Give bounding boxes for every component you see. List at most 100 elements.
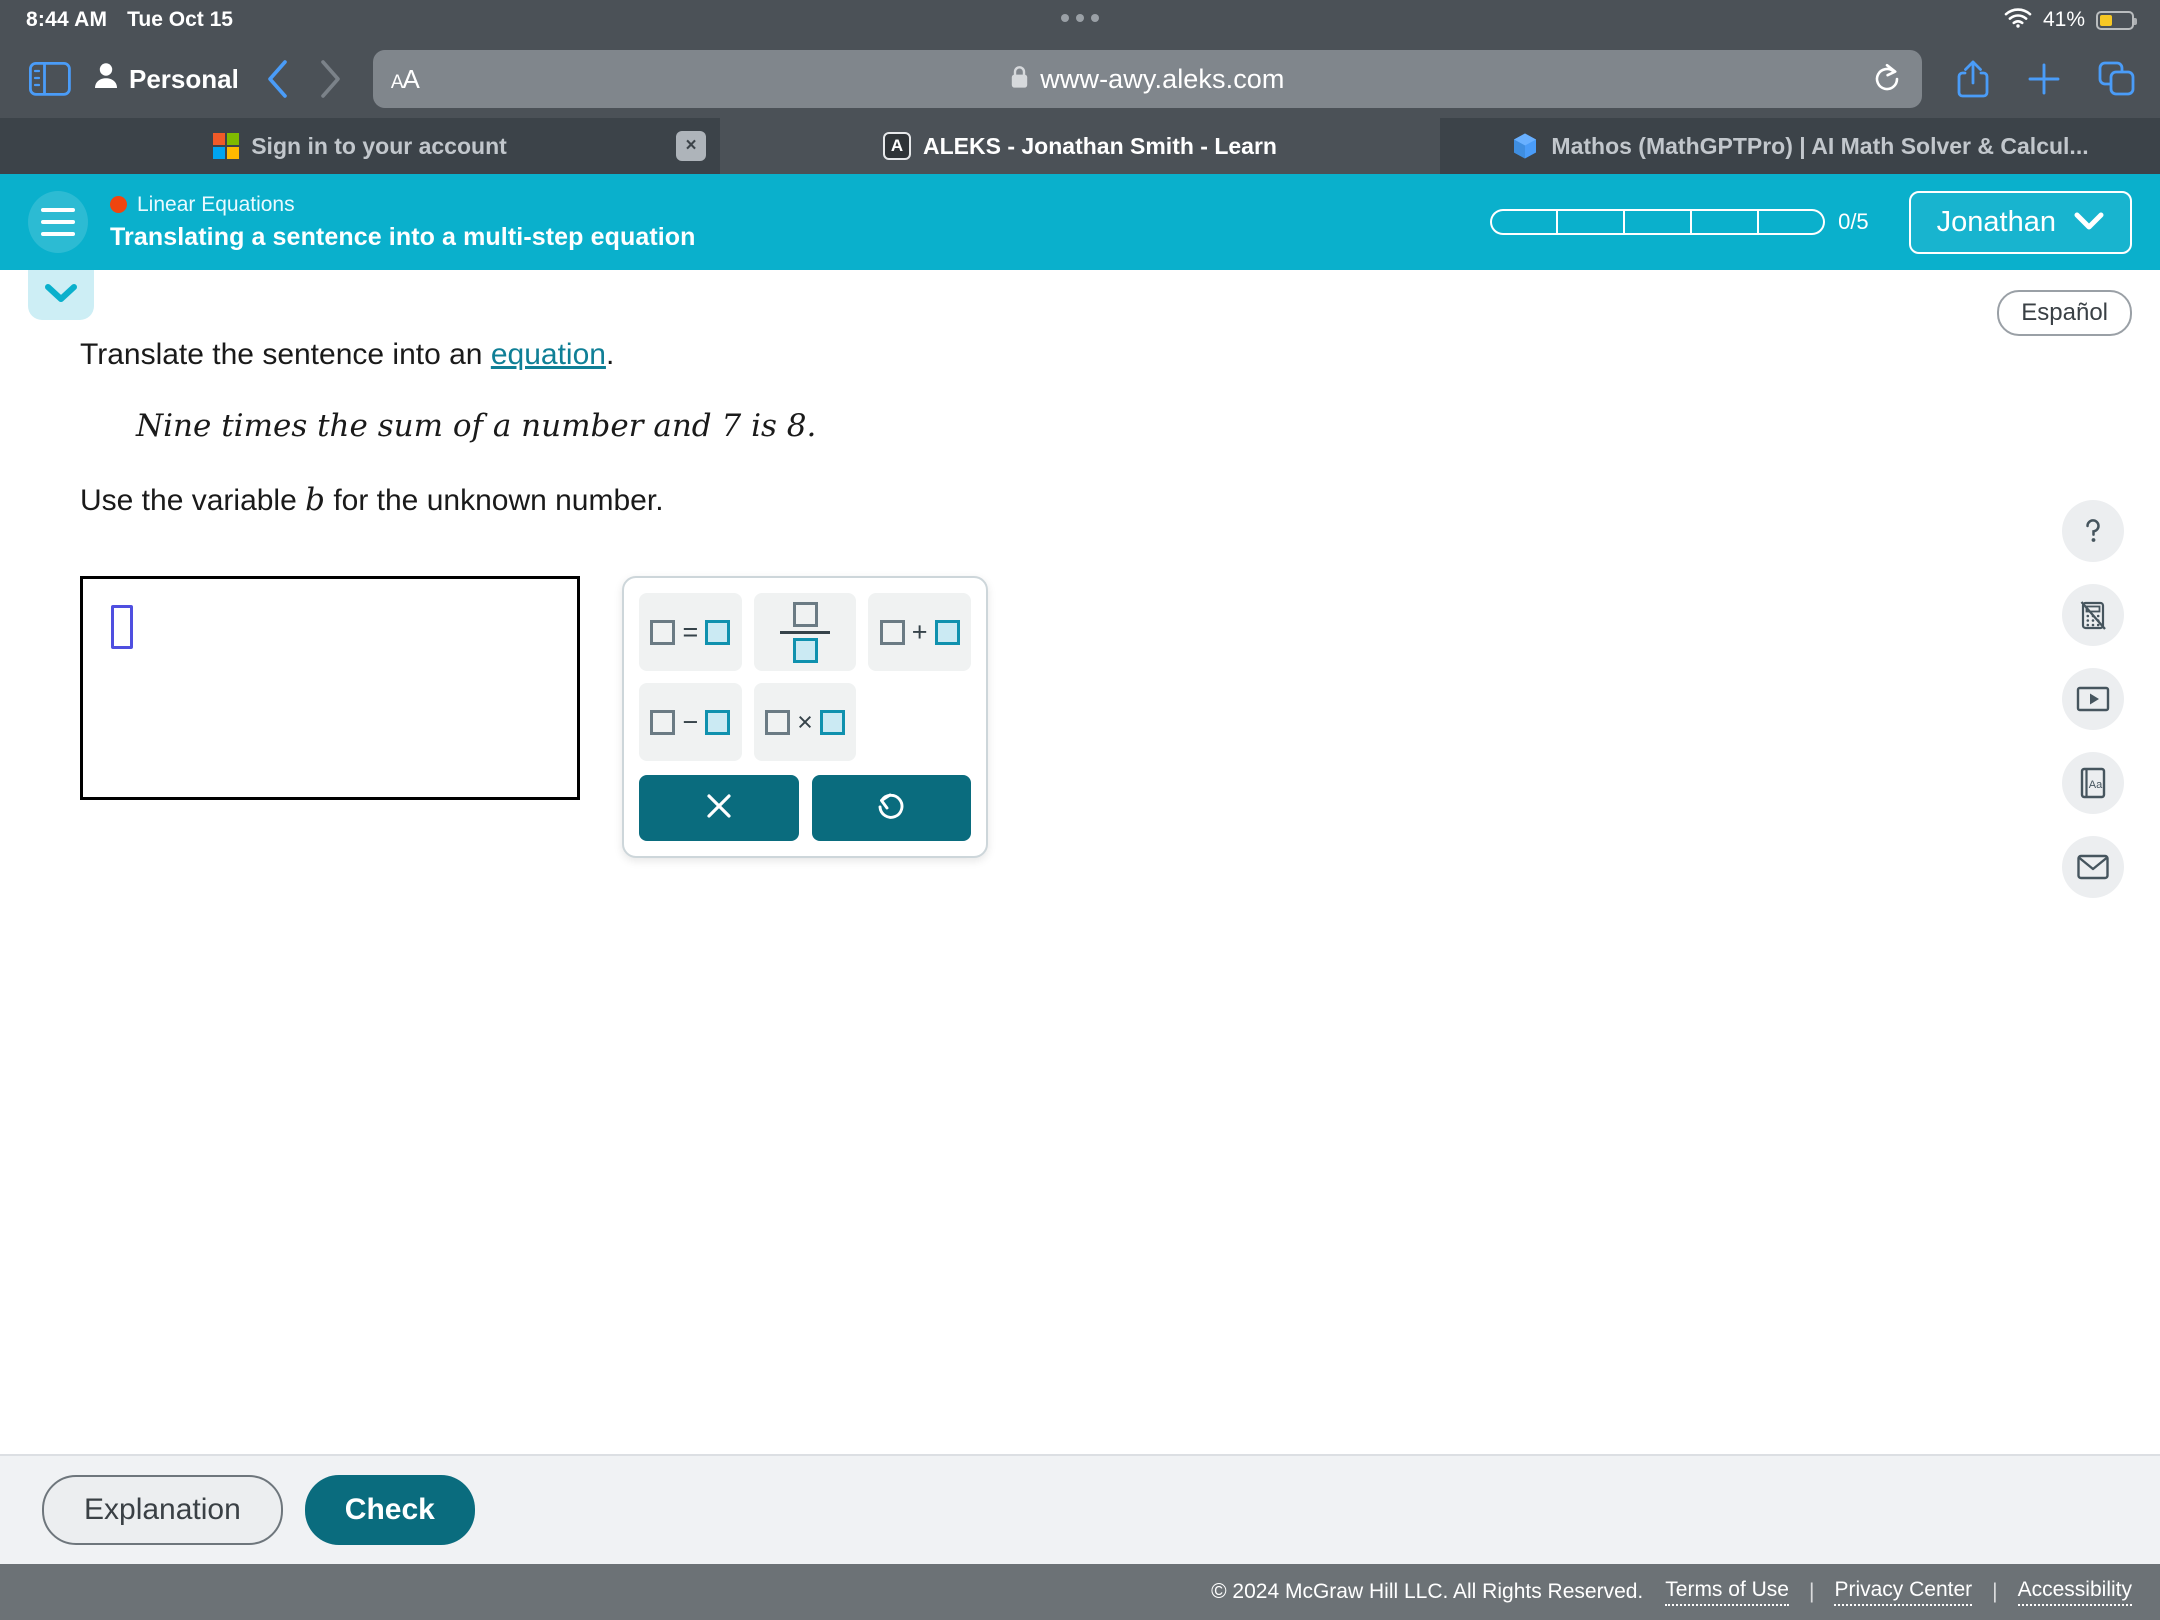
tool-rail: Aa <box>2062 500 2124 898</box>
tab-aleks[interactable]: A ALEKS - Jonathan Smith - Learn <box>720 118 1440 174</box>
close-icon[interactable]: × <box>676 131 706 161</box>
sentence-number-7: 7 <box>721 408 742 444</box>
back-button[interactable] <box>265 58 295 100</box>
sidebar-toggle-icon[interactable] <box>24 56 76 102</box>
user-menu-button[interactable]: Jonathan <box>1908 190 2132 254</box>
collapse-header-button[interactable] <box>28 270 94 320</box>
operand-box-icon <box>650 619 676 645</box>
text-size-button[interactable]: AA <box>391 64 420 95</box>
tab-label: ALEKS - Jonathan Smith - Learn <box>923 132 1277 159</box>
progress-bar <box>1490 209 1826 235</box>
terms-of-use-link[interactable]: Terms of Use <box>1665 1578 1789 1606</box>
sentence-part-a: Nine times the sum of a number and <box>136 408 722 444</box>
dictionary-icon[interactable]: Aa <box>2062 752 2124 814</box>
progress-segment <box>1691 209 1759 235</box>
action-bar: Explanation Check <box>0 1454 2160 1564</box>
equals-template-button[interactable]: = <box>639 593 742 671</box>
forward-button[interactable] <box>317 58 347 100</box>
operand-box-filled-icon <box>705 709 731 735</box>
multiply-template-button[interactable]: × <box>753 683 857 761</box>
plus-template-button[interactable]: + <box>868 593 972 671</box>
lock-icon <box>1010 65 1029 94</box>
language-toggle-button[interactable]: Español <box>1997 290 2132 336</box>
undo-button[interactable] <box>811 775 971 841</box>
clear-answer-button[interactable] <box>639 775 799 841</box>
question-prompt: Translate the sentence into an equation. <box>80 338 2160 372</box>
status-time: 8:44 AM <box>26 8 108 31</box>
profile-label: Personal <box>129 63 239 94</box>
help-icon[interactable] <box>2062 500 2124 562</box>
operand-box-filled-icon <box>705 619 731 645</box>
calculator-disabled-icon[interactable] <box>2062 584 2124 646</box>
fraction-bar <box>780 630 830 634</box>
hamburger-menu-icon[interactable] <box>28 191 88 253</box>
answer-input[interactable] <box>80 576 580 800</box>
browser-toolbar: Personal AA www-awy.aleks.com <box>0 40 2160 118</box>
minus-sign: − <box>682 706 699 737</box>
progress-segment <box>1557 209 1625 235</box>
math-palette: = + − × <box>622 576 988 858</box>
multitask-handle[interactable] <box>1061 14 1099 22</box>
legal-separator: | <box>1992 1580 1998 1603</box>
battery-low-power-icon <box>2096 10 2137 30</box>
new-tab-icon[interactable] <box>2026 61 2062 97</box>
person-icon <box>94 62 118 96</box>
tab-strip: Sign in to your account × A ALEKS - Jona… <box>0 118 2160 174</box>
explanation-button[interactable]: Explanation <box>42 1475 283 1545</box>
prompt-prefix: Translate the sentence into an <box>80 338 491 371</box>
url-text: www-awy.aleks.com <box>1040 63 1285 94</box>
minus-template-button[interactable]: − <box>639 683 742 761</box>
status-date: Tue Oct 15 <box>127 8 233 31</box>
numerator-box-icon <box>792 601 818 627</box>
variable-suffix: for the unknown number. <box>324 484 664 517</box>
fraction-icon <box>780 601 830 663</box>
tab-label: Sign in to your account <box>251 132 507 159</box>
plus-sign: + <box>911 616 928 647</box>
tab-overview-icon[interactable] <box>2098 61 2136 97</box>
accessibility-link[interactable]: Accessibility <box>2017 1578 2132 1606</box>
close-x-icon <box>702 789 736 828</box>
chevron-down-icon <box>2074 206 2104 239</box>
legal-footer: © 2024 McGraw Hill LLC. All Rights Reser… <box>0 1564 2160 1620</box>
tab-sign-in[interactable]: Sign in to your account × <box>0 118 720 174</box>
video-play-icon[interactable] <box>2062 668 2124 730</box>
multiply-sign: × <box>797 706 813 737</box>
operand-box-icon <box>650 709 676 735</box>
topic-row: Linear Equations <box>110 193 696 217</box>
progress-count: 0/5 <box>1838 209 1869 234</box>
check-button[interactable]: Check <box>304 1475 475 1545</box>
mathos-cube-icon <box>1511 132 1539 160</box>
undo-icon <box>874 789 908 828</box>
user-name-label: Jonathan <box>1936 205 2056 238</box>
progress-segment <box>1624 209 1692 235</box>
palette-empty-slot <box>868 683 971 761</box>
sentence-number-8: 8. <box>786 408 817 444</box>
battery-percent: 41% <box>2042 8 2085 31</box>
question-sentence: Nine times the sum of a number and 7 is … <box>136 408 2160 444</box>
equation-glossary-link[interactable]: equation <box>491 338 606 371</box>
page-title: Translating a sentence into a multi-step… <box>110 222 696 251</box>
share-icon[interactable] <box>1956 59 1990 99</box>
privacy-center-link[interactable]: Privacy Center <box>1834 1578 1973 1606</box>
tab-mathos[interactable]: Mathos (MathGPTPro) | AI Math Solver & C… <box>1440 118 2160 174</box>
prompt-suffix: . <box>605 338 615 371</box>
wifi-icon <box>2004 7 2032 34</box>
progress-segment <box>1490 209 1558 235</box>
screen: 8:44 AM Tue Oct 15 41% Personal AA www-a… <box>0 0 2160 1620</box>
sentence-part-b: is <box>741 408 787 444</box>
variable-name: b <box>305 482 325 518</box>
aleks-a-icon: A <box>883 132 911 160</box>
progress-indicator: 0/5 <box>1490 209 1869 235</box>
svg-text:Aa: Aa <box>2089 779 2103 791</box>
microsoft-logo-icon <box>213 133 240 159</box>
topic-label: Linear Equations <box>137 192 295 216</box>
profile-button[interactable]: Personal <box>94 62 239 96</box>
address-bar[interactable]: AA www-awy.aleks.com <box>372 50 1922 108</box>
topic-status-dot <box>110 196 127 213</box>
question-panel: Español Translate the sentence into an e… <box>0 270 2160 1430</box>
copyright-text: © 2024 McGraw Hill LLC. All Rights Reser… <box>1211 1580 1644 1603</box>
variable-instruction: Use the variable b for the unknown numbe… <box>80 482 2160 518</box>
fraction-template-button[interactable] <box>753 593 857 671</box>
mail-icon[interactable] <box>2062 836 2124 898</box>
reload-icon[interactable] <box>1870 62 1904 96</box>
